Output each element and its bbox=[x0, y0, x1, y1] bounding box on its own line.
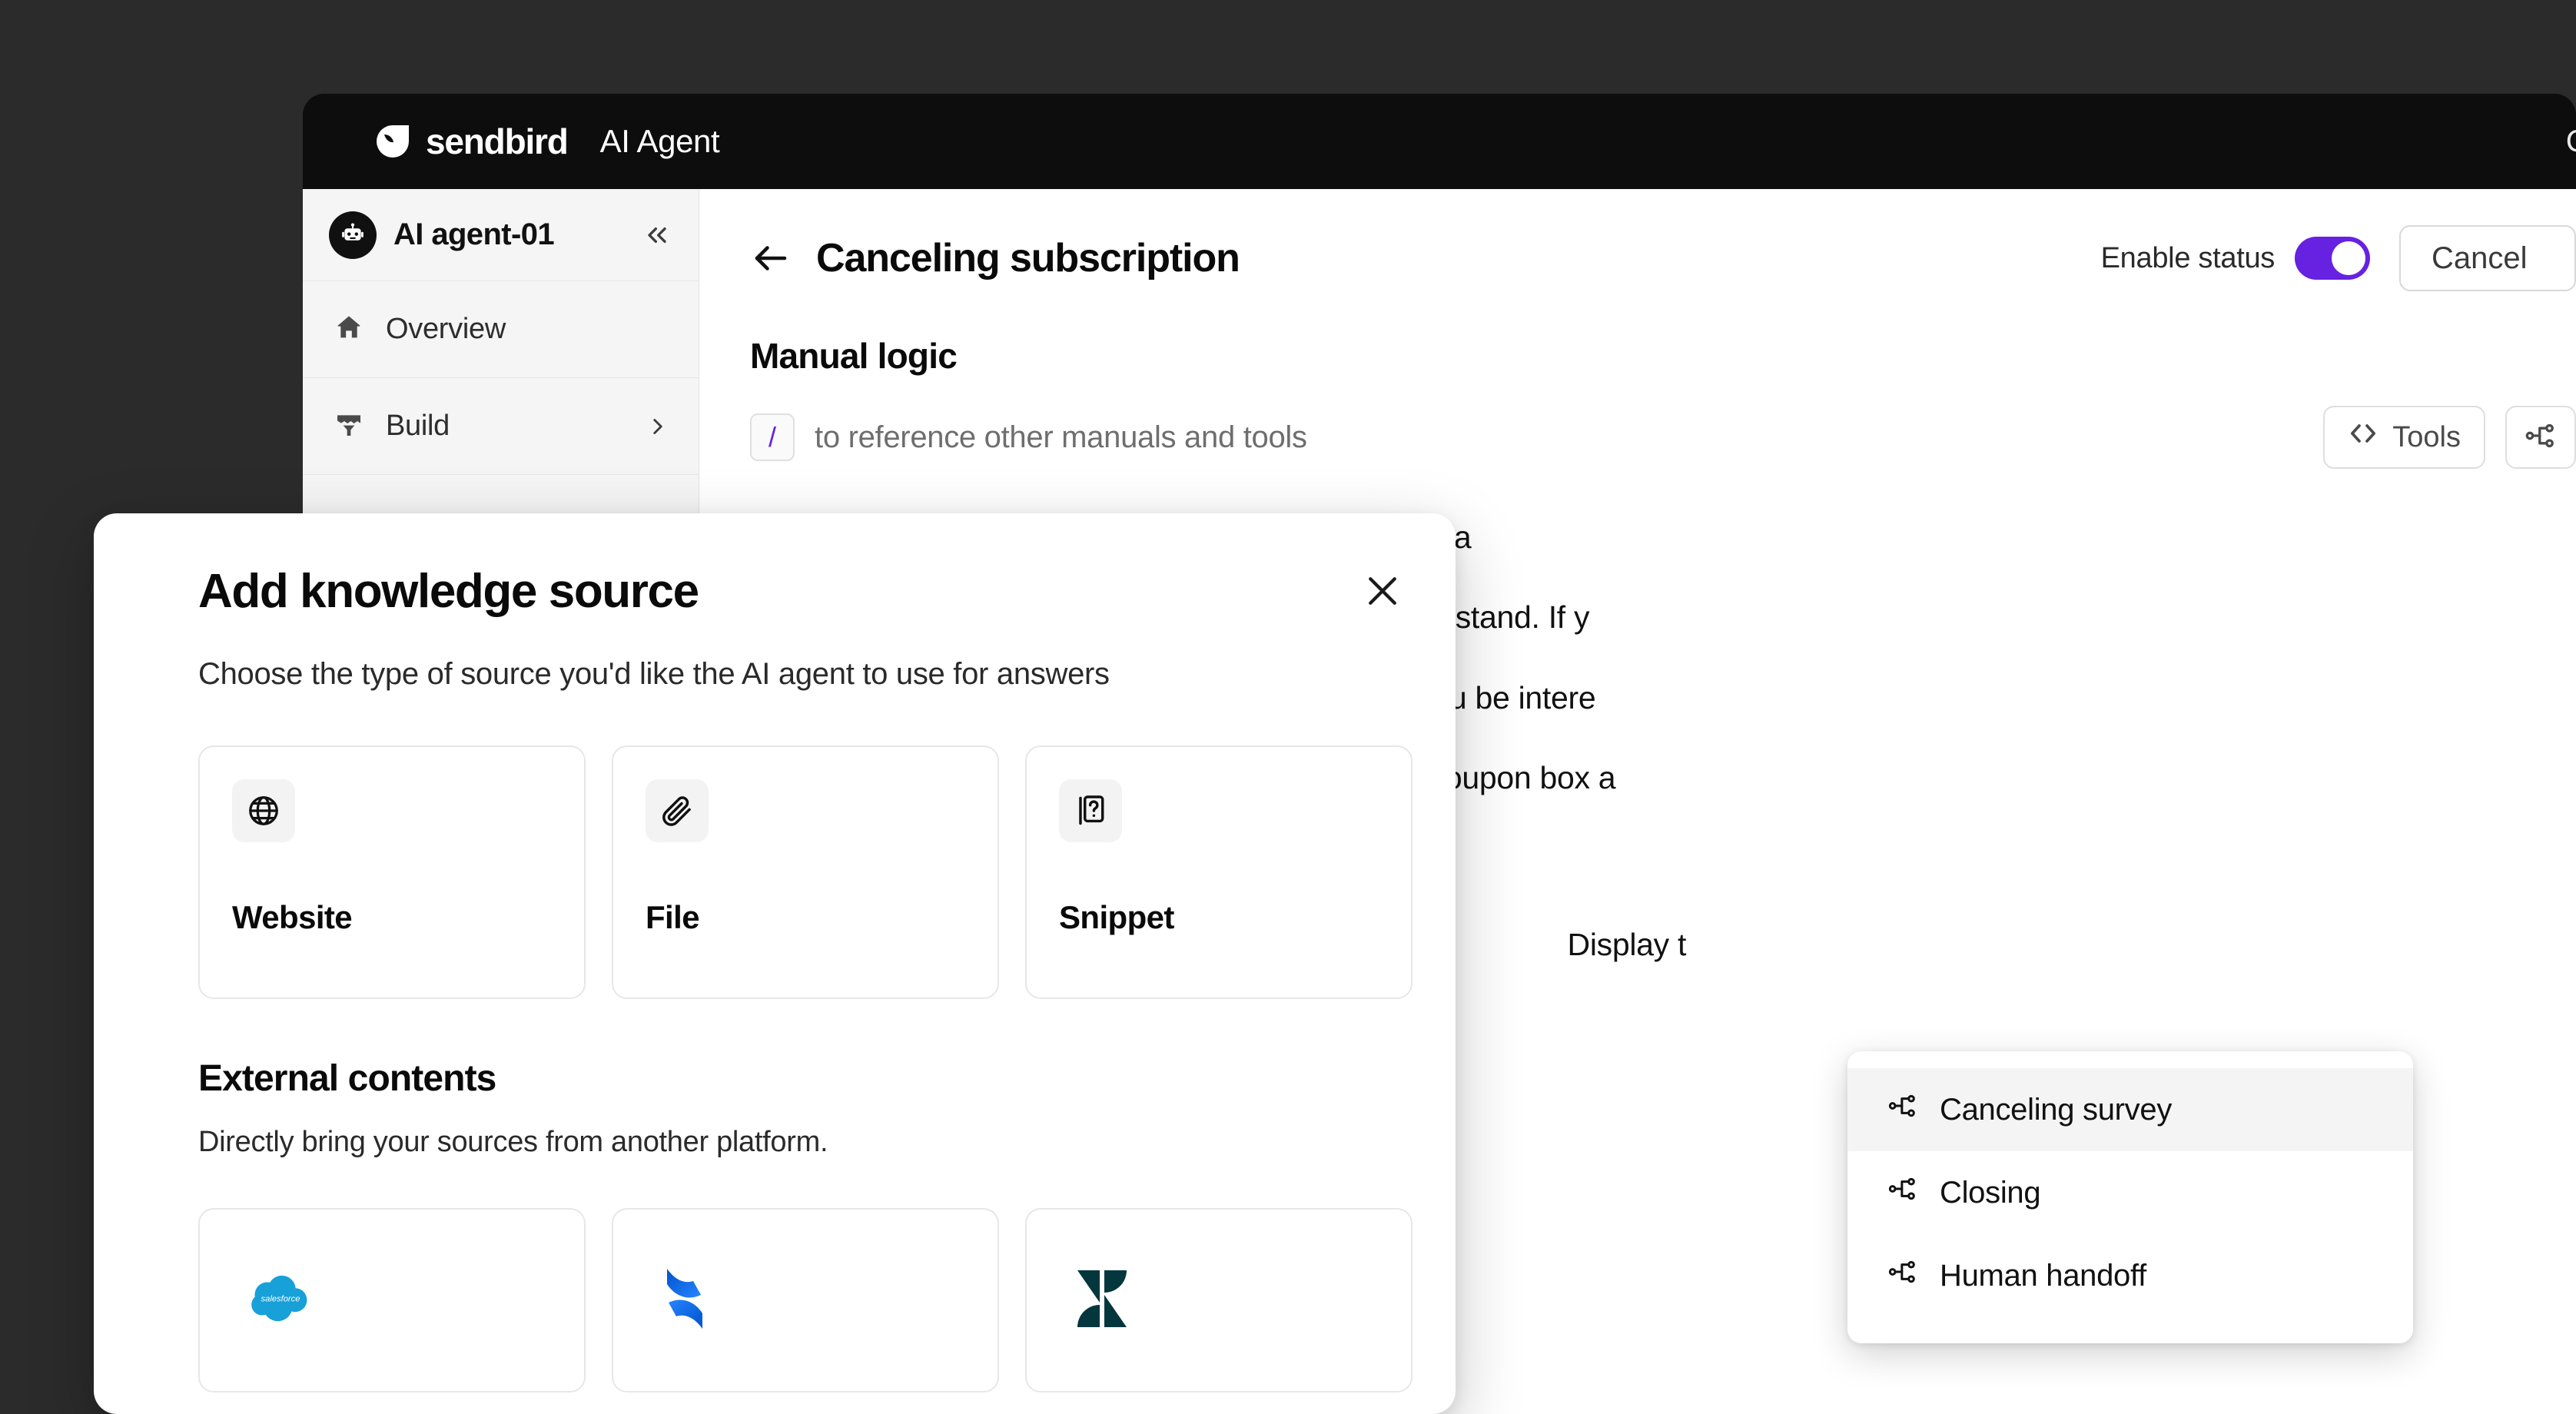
manual-logic-hint-row: / to reference other manuals and tools T… bbox=[699, 377, 2576, 469]
salesforce-logo-icon: salesforce bbox=[247, 1275, 314, 1326]
tool-suggestion-dropdown: Canceling survey Closing Human handoff bbox=[1847, 1051, 2413, 1343]
external-card-zendesk[interactable] bbox=[1025, 1208, 1412, 1392]
source-card-file[interactable]: File bbox=[612, 745, 999, 999]
header-actions: Enable status Cancel bbox=[2101, 225, 2576, 291]
dropdown-item-closing[interactable]: Closing bbox=[1847, 1151, 2413, 1234]
home-icon bbox=[334, 312, 364, 347]
workflow-icon bbox=[2525, 420, 2557, 456]
source-type-cards: Website File Snippet bbox=[94, 692, 1456, 999]
source-card-label: Snippet bbox=[1059, 899, 1174, 935]
hint-actions: Tools bbox=[2323, 406, 2576, 469]
cancel-button[interactable]: Cancel bbox=[2399, 225, 2576, 291]
workflow-icon bbox=[1887, 1173, 1918, 1212]
modal-header: Add knowledge source bbox=[94, 513, 1456, 619]
sidebar-agent-selector[interactable]: AI agent-01 bbox=[303, 189, 699, 281]
source-card-website[interactable]: Website bbox=[198, 745, 586, 999]
code-icon bbox=[2348, 418, 2378, 456]
paragraph-text-tail: Display t bbox=[1567, 927, 1687, 963]
snippet-icon bbox=[1059, 779, 1122, 842]
build-icon bbox=[334, 409, 364, 443]
topbar-right[interactable]: O bbox=[2566, 94, 2576, 189]
sidebar-item-label: Build bbox=[386, 410, 450, 442]
enable-status-toggle[interactable] bbox=[2295, 237, 2370, 280]
confluence-logo-icon bbox=[661, 1266, 709, 1336]
external-card-salesforce[interactable]: salesforce bbox=[198, 1208, 586, 1392]
dropdown-item-canceling-survey[interactable]: Canceling survey bbox=[1847, 1068, 2413, 1151]
tools-button-label: Tools bbox=[2392, 420, 2461, 453]
modal-title: Add knowledge source bbox=[198, 565, 699, 618]
svg-text:salesforce: salesforce bbox=[261, 1294, 300, 1303]
brand-logo[interactable]: sendbird AI Agent bbox=[375, 121, 720, 162]
arrow-left-icon[interactable] bbox=[750, 237, 792, 279]
source-card-snippet[interactable]: Snippet bbox=[1025, 745, 1412, 999]
chevrons-left-icon[interactable] bbox=[642, 220, 672, 251]
source-card-label: Website bbox=[232, 899, 353, 935]
topbar-right-label: O bbox=[2566, 124, 2576, 159]
main-header: Canceling subscription Enable status Can… bbox=[699, 189, 2576, 327]
chevron-right-icon bbox=[645, 413, 671, 440]
section-title-manual-logic: Manual logic bbox=[750, 336, 958, 376]
brand-product: AI Agent bbox=[599, 123, 720, 159]
robot-avatar-icon bbox=[329, 211, 377, 259]
sidebar-item-build[interactable]: Build bbox=[303, 378, 699, 475]
workflow-icon bbox=[1887, 1090, 1918, 1129]
sidebar-agent-name: AI agent-01 bbox=[393, 217, 555, 251]
sidebar-item-label: Overview bbox=[386, 313, 506, 345]
hint-text: to reference other manuals and tools bbox=[815, 420, 1307, 454]
brand-name: sendbird bbox=[426, 121, 569, 161]
tools-button[interactable]: Tools bbox=[2323, 406, 2485, 469]
slash-key-badge: / bbox=[750, 413, 795, 461]
sendbird-logo-icon bbox=[375, 124, 410, 159]
close-icon[interactable] bbox=[1362, 564, 1403, 612]
external-contents-cards: salesforce bbox=[94, 1159, 1456, 1392]
dropdown-item-human-handoff[interactable]: Human handoff bbox=[1847, 1234, 2413, 1317]
screen: sendbird AI Agent O bbox=[0, 0, 2576, 1414]
sidebar-item-overview[interactable]: Overview bbox=[303, 281, 699, 378]
add-knowledge-source-modal: Add knowledge source Choose the type of … bbox=[94, 513, 1456, 1414]
external-contents-title: External contents bbox=[198, 1058, 496, 1099]
external-contents-subtitle: Directly bring your sources from another… bbox=[198, 1126, 828, 1158]
external-card-confluence[interactable] bbox=[612, 1208, 999, 1392]
enable-status-label: Enable status bbox=[2100, 241, 2276, 274]
dropdown-item-label: Closing bbox=[1940, 1175, 2041, 1210]
paperclip-icon bbox=[646, 779, 709, 842]
source-card-label: File bbox=[646, 899, 700, 935]
modal-subtitle: Choose the type of source you'd like the… bbox=[198, 657, 1110, 691]
workflow-button[interactable] bbox=[2505, 406, 2576, 469]
dropdown-item-label: Canceling survey bbox=[1940, 1092, 2173, 1127]
workflow-icon bbox=[1887, 1256, 1918, 1295]
page-title: Canceling subscription bbox=[816, 236, 1240, 280]
dropdown-item-label: Human handoff bbox=[1940, 1258, 2146, 1293]
globe-icon bbox=[232, 779, 295, 842]
zendesk-logo-icon bbox=[1074, 1266, 1130, 1336]
app-topbar: sendbird AI Agent O bbox=[303, 94, 2576, 189]
